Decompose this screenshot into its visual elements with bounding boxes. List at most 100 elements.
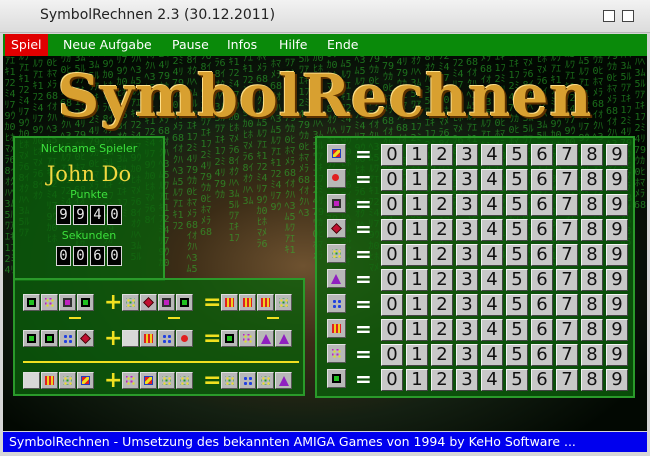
number-button-1[interactable]: 1 [406, 294, 428, 316]
number-button-7[interactable]: 7 [556, 344, 578, 366]
number-button-7[interactable]: 7 [556, 269, 578, 291]
number-button-5[interactable]: 5 [506, 194, 528, 216]
number-button-0[interactable]: 0 [381, 319, 403, 341]
number-button-8[interactable]: 8 [581, 344, 603, 366]
number-button-3[interactable]: 3 [456, 294, 478, 316]
number-button-1[interactable]: 1 [406, 319, 428, 341]
number-button-2[interactable]: 2 [431, 294, 453, 316]
number-button-9[interactable]: 9 [606, 319, 628, 341]
number-button-4[interactable]: 4 [481, 344, 503, 366]
number-button-6[interactable]: 6 [531, 219, 553, 241]
number-button-1[interactable]: 1 [406, 344, 428, 366]
number-button-7[interactable]: 7 [556, 319, 578, 341]
minimize-window-icon[interactable] [603, 10, 615, 22]
number-button-0[interactable]: 0 [381, 269, 403, 291]
number-button-0[interactable]: 0 [381, 369, 403, 391]
number-button-8[interactable]: 8 [581, 294, 603, 316]
number-button-8[interactable]: 8 [581, 244, 603, 266]
number-button-7[interactable]: 7 [556, 144, 578, 166]
number-button-5[interactable]: 5 [506, 144, 528, 166]
number-button-3[interactable]: 3 [456, 194, 478, 216]
number-button-9[interactable]: 9 [606, 369, 628, 391]
number-button-0[interactable]: 0 [381, 169, 403, 191]
number-button-4[interactable]: 4 [481, 144, 503, 166]
number-button-8[interactable]: 8 [581, 219, 603, 241]
maximize-window-icon[interactable] [622, 10, 634, 22]
number-button-1[interactable]: 1 [406, 144, 428, 166]
number-button-9[interactable]: 9 [606, 294, 628, 316]
number-button-4[interactable]: 4 [481, 369, 503, 391]
number-button-8[interactable]: 8 [581, 194, 603, 216]
number-button-4[interactable]: 4 [481, 244, 503, 266]
number-button-2[interactable]: 2 [431, 369, 453, 391]
number-button-9[interactable]: 9 [606, 344, 628, 366]
window-titlebar[interactable]: SymbolRechnen 2.3 (30.12.2011) [0, 0, 650, 33]
number-button-6[interactable]: 6 [531, 144, 553, 166]
number-button-1[interactable]: 1 [406, 169, 428, 191]
number-button-6[interactable]: 6 [531, 319, 553, 341]
number-button-7[interactable]: 7 [556, 169, 578, 191]
number-button-0[interactable]: 0 [381, 144, 403, 166]
number-button-0[interactable]: 0 [381, 194, 403, 216]
number-button-8[interactable]: 8 [581, 169, 603, 191]
number-button-7[interactable]: 7 [556, 219, 578, 241]
number-button-3[interactable]: 3 [456, 369, 478, 391]
number-button-8[interactable]: 8 [581, 319, 603, 341]
number-button-1[interactable]: 1 [406, 369, 428, 391]
number-button-6[interactable]: 6 [531, 244, 553, 266]
number-button-5[interactable]: 5 [506, 244, 528, 266]
number-button-9[interactable]: 9 [606, 169, 628, 191]
number-button-3[interactable]: 3 [456, 169, 478, 191]
number-button-3[interactable]: 3 [456, 219, 478, 241]
number-button-3[interactable]: 3 [456, 244, 478, 266]
number-button-1[interactable]: 1 [406, 219, 428, 241]
number-button-0[interactable]: 0 [381, 344, 403, 366]
number-button-6[interactable]: 6 [531, 169, 553, 191]
number-button-5[interactable]: 5 [506, 319, 528, 341]
menu-spiel[interactable]: Spiel [5, 34, 48, 56]
menu-infos[interactable]: Infos [221, 34, 263, 56]
number-button-7[interactable]: 7 [556, 369, 578, 391]
number-button-2[interactable]: 2 [431, 169, 453, 191]
number-button-4[interactable]: 4 [481, 219, 503, 241]
number-button-2[interactable]: 2 [431, 319, 453, 341]
number-button-8[interactable]: 8 [581, 144, 603, 166]
number-button-2[interactable]: 2 [431, 344, 453, 366]
number-button-4[interactable]: 4 [481, 169, 503, 191]
number-button-3[interactable]: 3 [456, 269, 478, 291]
number-button-2[interactable]: 2 [431, 244, 453, 266]
number-button-6[interactable]: 6 [531, 344, 553, 366]
number-button-9[interactable]: 9 [606, 219, 628, 241]
number-button-0[interactable]: 0 [381, 219, 403, 241]
number-button-3[interactable]: 3 [456, 144, 478, 166]
number-button-4[interactable]: 4 [481, 319, 503, 341]
number-button-1[interactable]: 1 [406, 194, 428, 216]
number-button-1[interactable]: 1 [406, 269, 428, 291]
number-button-0[interactable]: 0 [381, 294, 403, 316]
menu-neue-aufgabe[interactable]: Neue Aufgabe [57, 34, 158, 56]
menu-hilfe[interactable]: Hilfe [273, 34, 313, 56]
number-button-7[interactable]: 7 [556, 194, 578, 216]
number-button-4[interactable]: 4 [481, 269, 503, 291]
number-button-6[interactable]: 6 [531, 369, 553, 391]
number-button-5[interactable]: 5 [506, 344, 528, 366]
number-button-7[interactable]: 7 [556, 294, 578, 316]
number-button-6[interactable]: 6 [531, 294, 553, 316]
number-button-2[interactable]: 2 [431, 194, 453, 216]
menu-pause[interactable]: Pause [166, 34, 215, 56]
number-button-9[interactable]: 9 [606, 194, 628, 216]
number-button-9[interactable]: 9 [606, 269, 628, 291]
number-button-4[interactable]: 4 [481, 294, 503, 316]
number-button-6[interactable]: 6 [531, 194, 553, 216]
number-button-5[interactable]: 5 [506, 294, 528, 316]
number-button-8[interactable]: 8 [581, 269, 603, 291]
number-button-2[interactable]: 2 [431, 269, 453, 291]
menu-ende[interactable]: Ende [321, 34, 364, 56]
number-button-1[interactable]: 1 [406, 244, 428, 266]
number-button-5[interactable]: 5 [506, 269, 528, 291]
number-button-9[interactable]: 9 [606, 144, 628, 166]
number-button-5[interactable]: 5 [506, 219, 528, 241]
number-button-9[interactable]: 9 [606, 244, 628, 266]
number-button-6[interactable]: 6 [531, 269, 553, 291]
number-button-4[interactable]: 4 [481, 194, 503, 216]
